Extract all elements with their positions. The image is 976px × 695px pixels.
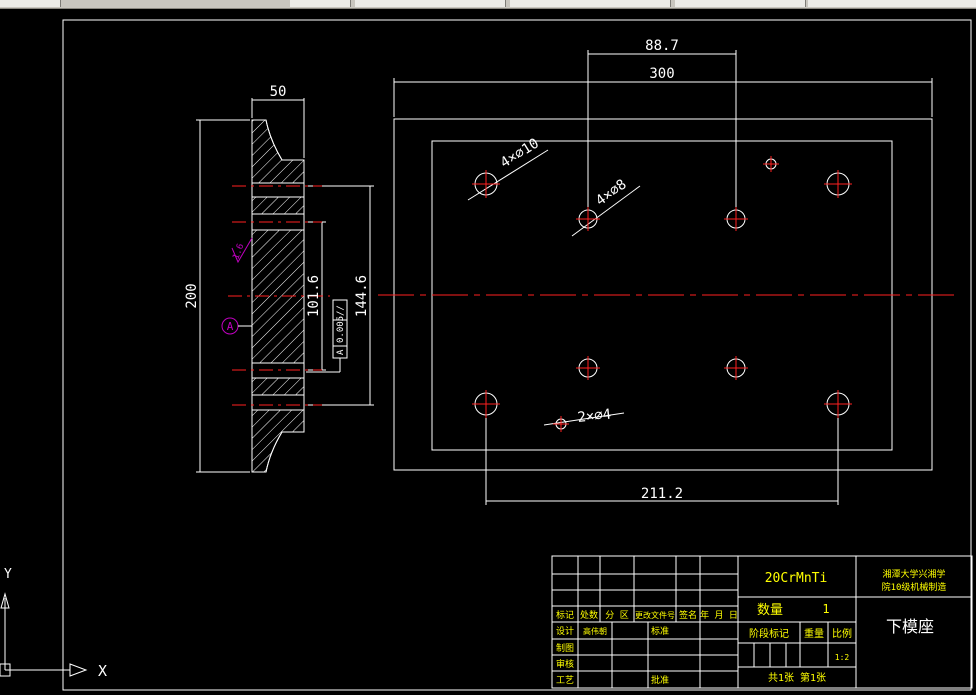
school-line1: 湘潭大学兴湘学: [882, 568, 945, 580]
ucs-icon: [0, 592, 88, 677]
quantity-label: 数量: [757, 603, 783, 618]
plan-view: [393, 50, 933, 505]
svg-text:签名: 签名: [679, 609, 697, 621]
dim-plate-width: 300: [649, 66, 674, 82]
svg-text://: //: [336, 305, 346, 316]
svg-text:处数: 处数: [580, 609, 598, 621]
dim-section-thickness: 50: [270, 84, 287, 100]
callout-mid-holes: 4×⌀8: [593, 176, 630, 209]
sheets-text: 共1张 第1张: [768, 671, 826, 684]
svg-text:批准: 批准: [651, 674, 669, 686]
material: 20CrMnTi: [765, 571, 828, 586]
section-hatch-low-band: [251, 377, 305, 396]
plan-center-lines: [378, 156, 956, 432]
tolerance-text: // 0.005 A: [336, 305, 346, 355]
svg-text:高伟朝: 高伟朝: [583, 626, 607, 636]
toolbar-segment-1[interactable]: [0, 0, 61, 7]
scale-label: 比例: [832, 627, 852, 640]
section-view: [196, 98, 374, 473]
svg-text:标准: 标准: [651, 625, 669, 637]
toolbar-segment-4[interactable]: [510, 0, 671, 7]
toolbar-segment-6[interactable]: [808, 0, 976, 7]
section-hatch-upper: [251, 119, 305, 184]
svg-text:年 月 日: 年 月 日: [700, 609, 738, 621]
svg-text:1.6: 1.6: [231, 242, 246, 261]
svg-text:A: A: [336, 349, 346, 355]
dim-pocket-height: 144.6: [354, 275, 370, 317]
quantity-value: 1: [822, 602, 829, 616]
school-line2: 院10级机械制造: [882, 581, 947, 593]
toolbar-segment-5[interactable]: [675, 0, 806, 7]
dim-section-height: 200: [184, 283, 200, 308]
svg-text:分 区: 分 区: [605, 610, 628, 621]
dim-inner-height: 101.6: [306, 275, 322, 317]
datum-marker: A: [221, 317, 252, 335]
toolbar-segment-3[interactable]: [355, 0, 506, 7]
callout-small-holes: 2×⌀4: [577, 407, 612, 426]
svg-text:审核: 审核: [556, 658, 574, 670]
ucs-y-label: Y: [4, 567, 12, 582]
dim-hole-spacing: 88.7: [645, 38, 679, 54]
svg-text:标记: 标记: [556, 609, 574, 621]
title-block-text: 20CrMnTi 湘潭大学兴湘学 院10级机械制造 下模座 数量 1 阶段标记 …: [556, 568, 946, 686]
stage-label: 阶段标记: [749, 627, 789, 640]
drawing-canvas[interactable]: A 1.6 50 200 101.6 144.6 // 0.005 A 88.7…: [0, 8, 976, 695]
svg-text:0.005: 0.005: [336, 316, 346, 343]
section-hatch-lower: [251, 409, 305, 473]
svg-text:A: A: [227, 320, 234, 333]
ucs-x-label: X: [98, 662, 107, 680]
scale-value: 1:2: [835, 653, 850, 662]
svg-text:制图: 制图: [556, 642, 574, 654]
svg-text:设计: 设计: [556, 625, 574, 637]
toolbar-segment-2[interactable]: [290, 0, 351, 7]
weight-label: 重量: [804, 627, 824, 640]
dim-outer-hole-spacing: 211.2: [641, 486, 683, 502]
part-name: 下模座: [886, 617, 934, 636]
svg-text:工艺: 工艺: [556, 675, 574, 686]
roughness-symbol: 1.6: [231, 237, 253, 264]
section-hatch-top-band: [251, 196, 305, 215]
svg-text:更改文件号: 更改文件号: [635, 610, 675, 620]
